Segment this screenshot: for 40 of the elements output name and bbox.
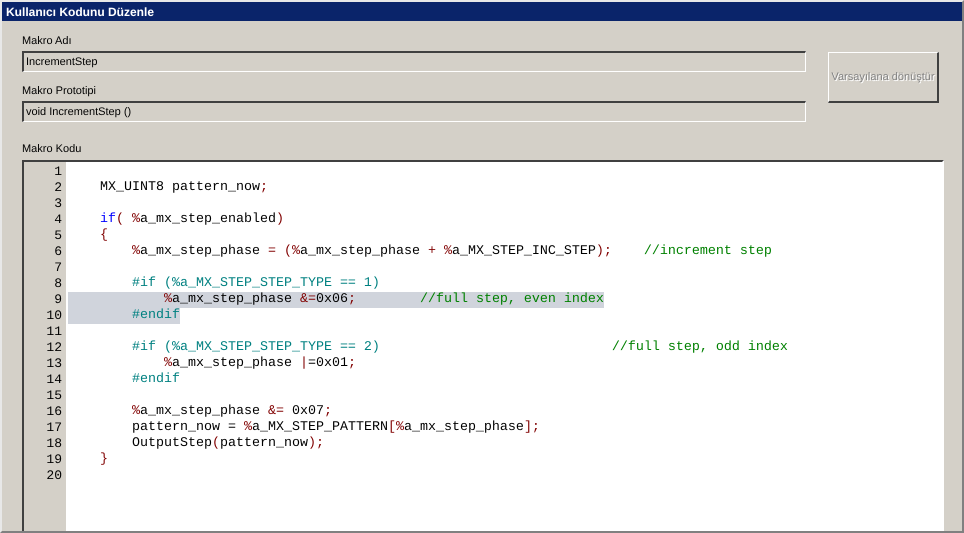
code-line: %a_mx_step_phase &= 0x07; — [130, 404, 332, 419]
code-line: if( %a_mx_step_enabled) — [98, 212, 284, 227]
line-number: 3 — [54, 196, 62, 211]
code-line: { — [98, 228, 108, 243]
line-number: 19 — [46, 452, 62, 467]
line-number: 2 — [54, 180, 62, 195]
field-label: Makro Adı — [22, 34, 73, 48]
code-line: %a_mx_step_phase |=0x01; — [162, 356, 356, 371]
line-number: 8 — [54, 276, 62, 291]
code-line: %a_mx_step_phase = (%a_mx_step_phase + %a_MX_STEP_INC_STEP); //increment step — [130, 244, 772, 259]
line-number: 9 — [54, 292, 62, 307]
code-line: %a_mx_step_phase &=0x06; //full step, even index — [162, 292, 604, 307]
window-title: Kullanıcı Kodunu Düzenle — [6, 4, 154, 18]
field-label: Makro Prototipi — [22, 84, 97, 98]
text-field[interactable]: IncrementStep — [22, 51, 806, 72]
line-number: 10 — [46, 308, 62, 323]
field-label: Makro Kodu — [22, 142, 82, 156]
code-line: pattern_now = %a_MX_STEP_PATTERN[%a_mx_step_phase]; — [130, 420, 540, 435]
code-line: MX_UINT8 pattern_now; — [98, 180, 268, 195]
code-line: #endif — [130, 372, 180, 387]
line-number: 13 — [46, 356, 62, 371]
line-number: 5 — [54, 228, 62, 243]
line-number: 17 — [46, 420, 62, 435]
line-number: 4 — [54, 212, 62, 227]
line-number: 15 — [46, 388, 62, 403]
code-line: #if (%a_MX_STEP_STEP_TYPE == 1) — [130, 276, 380, 291]
text-field[interactable]: void IncrementStep () — [22, 101, 806, 122]
code-line: #endif — [130, 308, 180, 323]
code-line: } — [98, 452, 108, 467]
line-number: 6 — [54, 244, 62, 259]
line-number: 16 — [46, 404, 62, 419]
line-number: 11 — [46, 324, 62, 339]
line-number: 12 — [46, 340, 62, 355]
code-line: OutputStep(pattern_now); — [130, 436, 324, 451]
line-number: 14 — [46, 372, 62, 387]
line-number: 18 — [46, 436, 62, 451]
line-number: 1 — [54, 164, 62, 179]
line-number: 20 — [46, 468, 62, 483]
code-line: #if (%a_MX_STEP_STEP_TYPE == 2) //full step, odd index — [130, 340, 788, 355]
line-number: 7 — [54, 260, 62, 275]
